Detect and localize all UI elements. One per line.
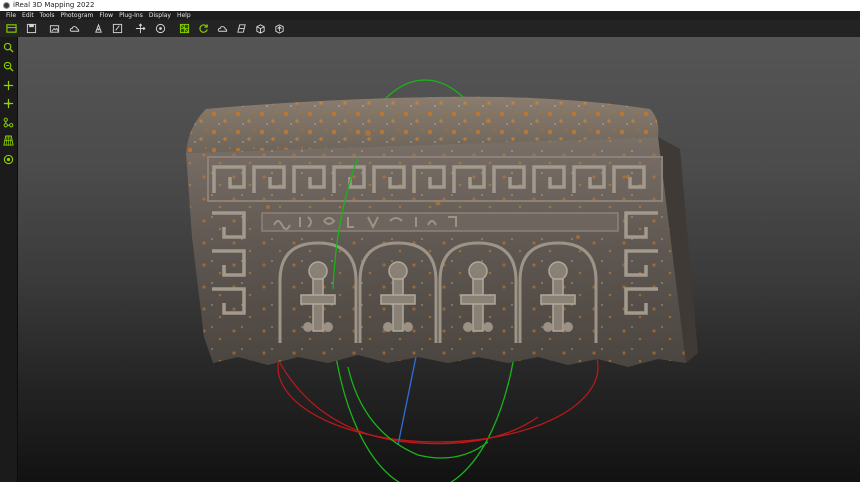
3d-scene <box>186 79 698 482</box>
axis-icon[interactable] <box>2 97 15 110</box>
orbit-target-icon[interactable] <box>2 153 15 166</box>
save-icon[interactable] <box>25 22 37 34</box>
menu-photogram[interactable]: Photogram <box>57 11 96 20</box>
points-icon[interactable] <box>2 116 15 129</box>
zoom-fit-icon[interactable] <box>2 41 15 54</box>
app-logo-icon <box>3 2 10 9</box>
texture-icon[interactable] <box>235 22 247 34</box>
menu-file[interactable]: File <box>3 11 19 20</box>
grid-icon[interactable] <box>2 134 15 147</box>
mesh-icon[interactable] <box>178 22 190 34</box>
left-tool-sidebar <box>0 37 18 482</box>
3d-viewport[interactable] <box>18 37 860 482</box>
run-icon[interactable] <box>92 22 104 34</box>
cloud-icon[interactable] <box>68 22 80 34</box>
move-icon[interactable] <box>134 22 146 34</box>
cloud-icon[interactable] <box>216 22 228 34</box>
window-title: iReal 3D Mapping 2022 <box>13 1 95 9</box>
menu-bar: File Edit Tools Photogram Flow Plug-Ins … <box>0 11 860 20</box>
toolbar <box>0 20 860 38</box>
menu-flow[interactable]: Flow <box>96 11 116 20</box>
model-icon[interactable] <box>254 22 266 34</box>
menu-help[interactable]: Help <box>174 11 194 20</box>
edit-icon[interactable] <box>111 22 123 34</box>
zoom-region-icon[interactable] <box>2 60 15 73</box>
menu-edit[interactable]: Edit <box>19 11 37 20</box>
menu-tools[interactable]: Tools <box>37 11 58 20</box>
scanned-stone-model <box>186 96 698 367</box>
target-icon[interactable] <box>154 22 166 34</box>
menu-display[interactable]: Display <box>146 11 174 20</box>
export-icon[interactable] <box>273 22 285 34</box>
pan-icon[interactable] <box>2 79 15 92</box>
import-image-icon[interactable] <box>48 22 60 34</box>
layout-icon[interactable] <box>5 22 17 34</box>
menu-plugins[interactable]: Plug-Ins <box>116 11 146 20</box>
refresh-icon[interactable] <box>197 22 209 34</box>
